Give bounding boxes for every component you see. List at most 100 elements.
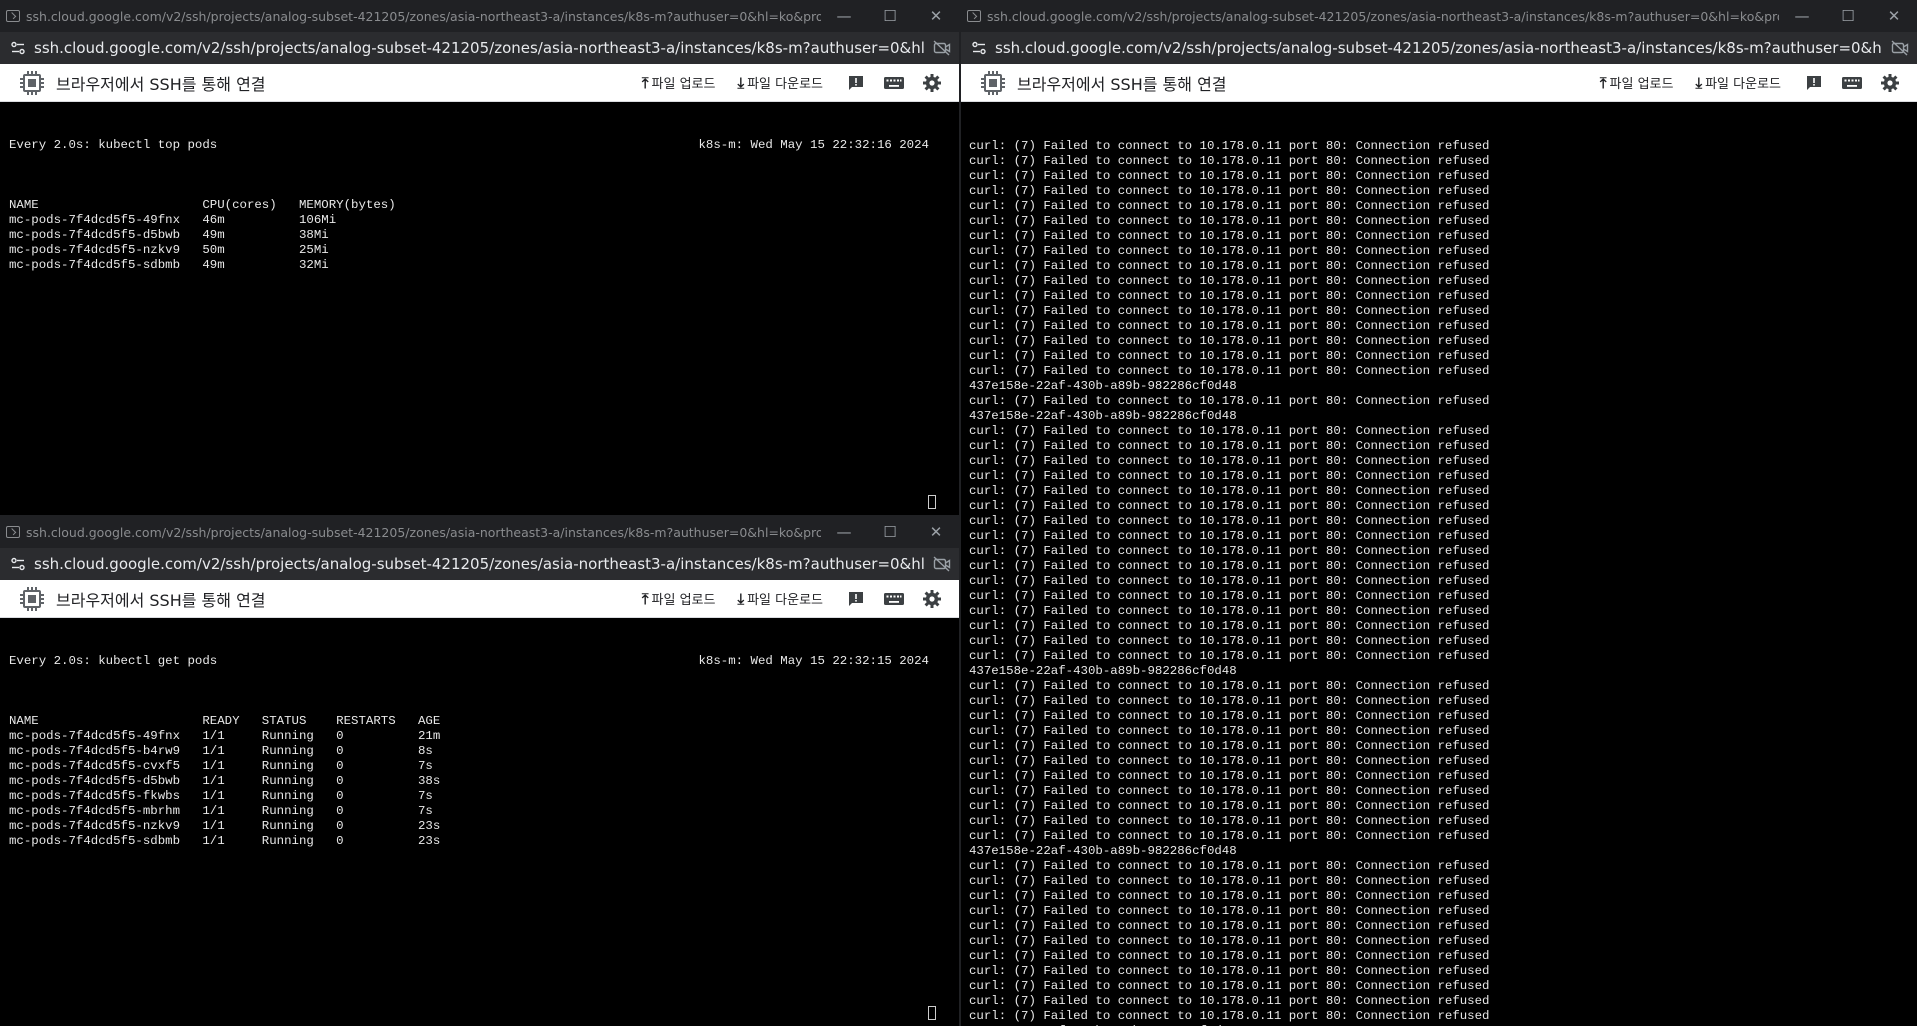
minimize-button[interactable]: — [1779,0,1825,32]
terminal-line: curl: (7) Failed to connect to 10.178.0.… [969,679,1490,693]
terminal-line: NAME READY STATUS RESTARTS AGE [9,714,441,728]
terminal-line: curl: (7) Failed to connect to 10.178.0.… [969,694,1490,708]
ssh-title: 브라우저에서 SSH를 통해 연결 [1017,74,1227,94]
window-title-bar[interactable]: ssh.cloud.google.com/v2/ssh/projects/ana… [0,0,959,32]
terminal-line: curl: (7) Failed to connect to 10.178.0.… [969,889,1490,903]
ssh-title: 브라우저에서 SSH를 통해 연결 [56,74,266,94]
terminal-line: curl: (7) Failed to connect to 10.178.0.… [969,559,1490,573]
terminal-line: curl: (7) Failed to connect to 10.178.0.… [969,454,1490,468]
terminal-output[interactable]: Every 2.0s: kubectl top pods k8s-m: Wed M… [0,102,959,515]
terminal-line: curl: (7) Failed to connect to 10.178.0.… [969,154,1490,168]
terminal-line: curl: (7) Failed to connect to 10.178.0.… [969,424,1490,438]
keyboard-icon[interactable] [1841,72,1863,94]
url-text[interactable]: ssh.cloud.google.com/v2/ssh/projects/ana… [995,39,1883,57]
feedback-icon[interactable] [845,72,867,94]
maximize-button[interactable]: ☐ [867,516,913,548]
ssh-window-top-pods: ssh.cloud.google.com/v2/ssh/projects/ana… [0,0,959,515]
minimize-button[interactable]: — [821,516,867,548]
terminal-lines: NAME CPU(cores) MEMORY(bytes) mc-pods-7f4… [9,183,950,273]
terminal-output[interactable]: curl: (7) Failed to connect to 10.178.0.… [961,102,1917,1026]
terminal-line: curl: (7) Failed to connect to 10.178.0.… [969,484,1490,498]
download-label: 파일 다운로드 [747,77,823,92]
upload-icon: ⤒ [1599,73,1607,92]
compute-engine-icon [981,70,1005,95]
window-title-bar[interactable]: ssh.cloud.google.com/v2/ssh/projects/ana… [0,516,959,548]
window-title: ssh.cloud.google.com/v2/ssh/projects/ana… [26,524,821,540]
terminal-line: mc-pods-7f4dcd5f5-nzkv9 50m 25Mi [9,243,329,257]
minimize-button[interactable]: — [821,0,867,32]
terminal-line: 437e158e-22af-430b-a89b-982286cf0d48 [969,664,1237,678]
terminal-cursor [928,1006,936,1020]
feedback-icon[interactable] [1803,72,1825,94]
terminal-line: curl: (7) Failed to connect to 10.178.0.… [969,139,1490,153]
close-button[interactable]: ✕ [913,516,959,548]
settings-gear-icon[interactable] [921,72,943,94]
url-text[interactable]: ssh.cloud.google.com/v2/ssh/projects/ana… [34,39,925,57]
site-settings-icon[interactable] [6,36,30,60]
download-file-button[interactable]: ⤓ 파일 다운로드 [737,589,823,609]
terminal-line: mc-pods-7f4dcd5f5-fkwbs 1/1 Running 0 7s [9,789,433,803]
terminal-line: mc-pods-7f4dcd5f5-b4rw9 1/1 Running 0 8s [9,744,433,758]
close-button[interactable]: ✕ [1871,0,1917,32]
close-button[interactable]: ✕ [913,0,959,32]
url-text[interactable]: ssh.cloud.google.com/v2/ssh/projects/ana… [34,555,925,573]
settings-gear-icon[interactable] [1879,72,1901,94]
watch-header: Every 2.0s: kubectl get pods k8s-m: Wed M… [9,654,950,669]
ssh-title: 브라우저에서 SSH를 통해 연결 [56,590,266,610]
settings-gear-icon[interactable] [921,588,943,610]
site-settings-icon[interactable] [967,36,991,60]
terminal-line: curl: (7) Failed to connect to 10.178.0.… [969,439,1490,453]
terminal-line: curl: (7) Failed to connect to 10.178.0.… [969,814,1490,828]
upload-file-button[interactable]: ⤒ 파일 업로드 [641,589,716,609]
terminal-line: curl: (7) Failed to connect to 10.178.0.… [969,994,1490,1008]
window-title-bar[interactable]: ssh.cloud.google.com/v2/ssh/projects/ana… [961,0,1917,32]
window-title: ssh.cloud.google.com/v2/ssh/projects/ana… [987,8,1779,24]
terminal-line: curl: (7) Failed to connect to 10.178.0.… [969,904,1490,918]
address-bar[interactable]: ssh.cloud.google.com/v2/ssh/projects/ana… [0,548,959,580]
terminal-line: mc-pods-7f4dcd5f5-49fnx 46m 106Mi [9,213,337,227]
upload-icon: ⤒ [641,589,649,608]
ssh-toolbar: 브라우저에서 SSH를 통해 연결 ⤒ 파일 업로드 ⤓ 파일 다운로드 [0,580,959,618]
terminal-line: mc-pods-7f4dcd5f5-49fnx 1/1 Running 0 21… [9,729,441,743]
site-settings-icon[interactable] [6,552,30,576]
terminal-line: curl: (7) Failed to connect to 10.178.0.… [969,334,1490,348]
terminal-line: mc-pods-7f4dcd5f5-mbrhm 1/1 Running 0 7s [9,804,433,818]
download-file-button[interactable]: ⤓ 파일 다운로드 [1695,73,1781,93]
upload-label: 파일 업로드 [651,593,716,608]
maximize-button[interactable]: ☐ [1825,0,1871,32]
terminal-line: mc-pods-7f4dcd5f5-sdbmb 49m 32Mi [9,258,329,272]
terminal-line: curl: (7) Failed to connect to 10.178.0.… [969,934,1490,948]
terminal-line: 437e158e-22af-430b-a89b-982286cf0d48 [969,409,1237,423]
terminal-line: curl: (7) Failed to connect to 10.178.0.… [969,799,1490,813]
terminal-line: mc-pods-7f4dcd5f5-sdbmb 1/1 Running 0 23… [9,834,441,848]
terminal-line: curl: (7) Failed to connect to 10.178.0.… [969,214,1490,228]
watch-timestamp: k8s-m: Wed May 15 22:32:16 2024 [698,138,929,152]
terminal-line: curl: (7) Failed to connect to 10.178.0.… [969,919,1490,933]
keyboard-icon[interactable] [883,588,905,610]
maximize-button[interactable]: ☐ [867,0,913,32]
camera-off-icon[interactable] [1883,40,1917,56]
watch-command: Every 2.0s: kubectl top pods [9,138,218,152]
terminal-line: curl: (7) Failed to connect to 10.178.0.… [969,604,1490,618]
terminal-line: curl: (7) Failed to connect to 10.178.0.… [969,544,1490,558]
address-bar[interactable]: ssh.cloud.google.com/v2/ssh/projects/ana… [961,32,1917,64]
terminal-output[interactable]: Every 2.0s: kubectl get pods k8s-m: Wed M… [0,618,959,1026]
download-file-button[interactable]: ⤓ 파일 다운로드 [737,73,823,93]
camera-off-icon[interactable] [925,40,959,56]
feedback-icon[interactable] [845,588,867,610]
terminal-line: curl: (7) Failed to connect to 10.178.0.… [969,949,1490,963]
keyboard-icon[interactable] [883,72,905,94]
upload-file-button[interactable]: ⤒ 파일 업로드 [1599,73,1674,93]
terminal-line: curl: (7) Failed to connect to 10.178.0.… [969,619,1490,633]
upload-file-button[interactable]: ⤒ 파일 업로드 [642,73,716,93]
terminal-line: mc-pods-7f4dcd5f5-d5bwb 49m 38Mi [9,228,329,242]
download-icon: ⤓ [1695,73,1703,92]
terminal-line: curl: (7) Failed to connect to 10.178.0.… [969,364,1490,378]
download-icon: ⤓ [737,73,745,92]
terminal-line: curl: (7) Failed to connect to 10.178.0.… [969,979,1490,993]
address-bar[interactable]: ssh.cloud.google.com/v2/ssh/projects/ana… [0,32,959,64]
terminal-lines: curl: (7) Failed to connect to 10.178.0.… [969,139,1908,1026]
camera-off-icon[interactable] [925,556,959,572]
